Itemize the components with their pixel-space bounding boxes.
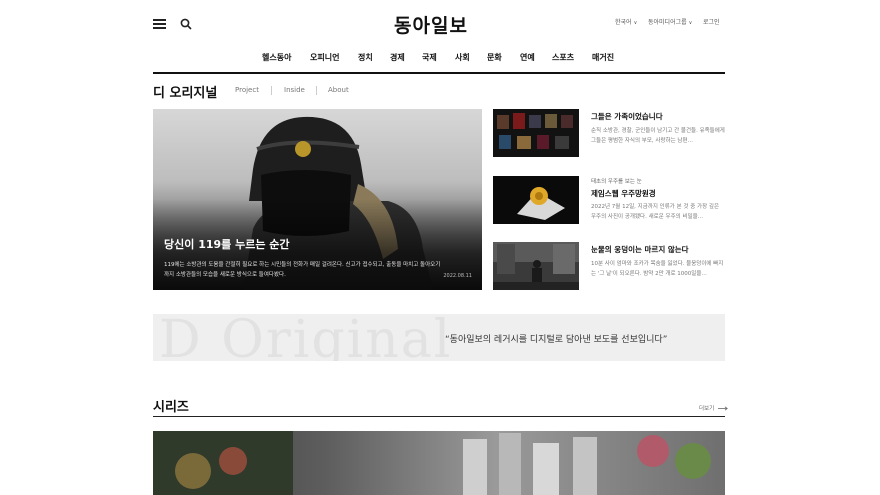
article-title[interactable]: 눈물의 웅덩이는 마르지 않는다 <box>591 244 689 255</box>
nav-divider <box>153 72 725 74</box>
arrow-right-icon <box>717 406 728 411</box>
article-title[interactable]: 제임스웹 우주망원경 <box>591 188 656 199</box>
nav-item-culture[interactable]: 문화 <box>487 52 502 63</box>
d-original-banner[interactable]: D Original “동아일보의 레거시를 디지털로 담아낸 보도를 선보입니… <box>153 314 725 361</box>
subnav-divider <box>316 86 317 95</box>
menu-icon[interactable] <box>153 19 166 29</box>
nav-item-health[interactable]: 헬스동아 <box>262 52 291 63</box>
language-label: 한국어 <box>615 19 632 26</box>
media-group-select[interactable]: 동아미디어그룹 ∨ <box>648 17 692 26</box>
search-icon[interactable] <box>180 18 192 30</box>
main-nav: 헬스동아 오피니언 정치 경제 국제 사회 문화 연예 스포츠 매거진 <box>0 52 880 68</box>
nav-item-world[interactable]: 국제 <box>422 52 437 63</box>
nav-item-economy[interactable]: 경제 <box>390 52 405 63</box>
nav-item-sports[interactable]: 스포츠 <box>552 52 574 63</box>
nav-item-entertainment[interactable]: 연예 <box>520 52 535 63</box>
article-desc: 순직 소방관, 경찰, 군인들이 남기고 간 물건들. 유족들에게 그들은 평범… <box>591 128 725 144</box>
nav-item-society[interactable]: 사회 <box>455 52 470 63</box>
series-title: 시리즈 <box>153 400 189 415</box>
article-thumbnail[interactable] <box>493 109 579 157</box>
nav-item-politics[interactable]: 정치 <box>358 52 373 63</box>
article-desc: 2022년 7월 12일, 지금까지 인류가 본 것 중 가장 깊은 우주의 사… <box>591 204 719 220</box>
top-bar: 동아일보 한국어 ∨ 동아미디어그룹 ∨ 로그인 <box>0 0 880 44</box>
subnav-inside[interactable]: Inside <box>284 86 305 94</box>
article-desc: 10분 사이 엄마와 조카가 목숨을 잃었다. 물웅덩이에 빠지는 '그 날'이… <box>591 261 724 277</box>
article-kicker: 태초의 우주를 보는 눈 <box>591 179 642 185</box>
article-thumbnail[interactable] <box>493 242 579 290</box>
section-title: 디 오리지널 <box>153 86 218 101</box>
article-thumbnail[interactable] <box>493 176 579 224</box>
subnav-divider <box>271 86 272 95</box>
banner-background-text: D Original <box>159 314 453 361</box>
language-select[interactable]: 한국어 ∨ <box>615 17 637 26</box>
hero-headline[interactable]: 당신이 119를 누르는 순간 <box>164 236 290 252</box>
more-link-label: 더보기 <box>699 406 715 412</box>
chevron-down-icon: ∨ <box>633 20 638 26</box>
subnav-project[interactable]: Project <box>235 86 259 94</box>
nav-item-magazine[interactable]: 매거진 <box>592 52 614 63</box>
site-logo[interactable]: 동아일보 <box>394 11 468 38</box>
login-link[interactable]: 로그인 <box>703 17 720 26</box>
hero-article[interactable]: 당신이 119를 누르는 순간 119에는 소방관의 도움을 간절히 필요로 하… <box>153 109 482 290</box>
banner-quote: “동아일보의 레거시를 디지털로 담아낸 보도를 선보입니다” <box>445 335 668 345</box>
series-banner-image <box>153 431 711 495</box>
series-banner[interactable] <box>153 431 725 495</box>
subnav-about[interactable]: About <box>328 86 349 94</box>
more-link[interactable]: 더보기 <box>699 404 728 412</box>
hero-date: 2022.08.11 <box>443 273 472 279</box>
series-divider <box>153 416 725 417</box>
article-title[interactable]: 그들은 가족이었습니다 <box>591 111 663 122</box>
login-label: 로그인 <box>703 19 720 26</box>
hero-summary: 119에는 소방관의 도움을 간절히 필요로 하는 시민들의 전화가 매일 걸려… <box>164 262 441 278</box>
nav-item-opinion[interactable]: 오피니언 <box>310 52 339 63</box>
chevron-down-icon: ∨ <box>688 20 693 26</box>
media-group-label: 동아미디어그룹 <box>648 19 687 26</box>
